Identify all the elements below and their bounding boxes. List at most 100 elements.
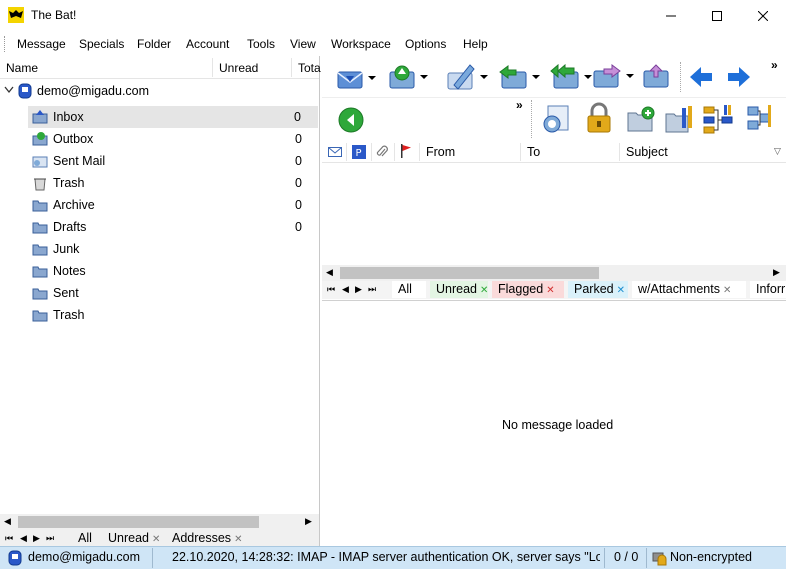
chevron-down-icon[interactable] [368,76,376,80]
filter-tab-unread[interactable]: Unread ✕ [430,281,488,298]
close-tab-icon[interactable]: ✕ [234,534,242,545]
menu-account[interactable]: Account [186,37,229,51]
menu-workspace[interactable]: Workspace [331,37,391,51]
address-book-button[interactable] [542,104,572,134]
back-button[interactable] [688,65,714,89]
folder-tab-addresses[interactable]: Addresses ✕ [172,530,242,547]
filters-button[interactable] [702,103,734,135]
chevron-down-icon[interactable] [626,74,634,78]
chevron-down-icon[interactable] [480,75,488,79]
close-button[interactable] [740,0,786,31]
close-tab-icon[interactable]: ✕ [480,285,488,296]
folder-unread-count: 0 [295,198,302,212]
column-from[interactable]: From [426,145,455,159]
status-log[interactable]: 22.10.2020, 14:28:32: IMAP - IMAP server… [172,550,600,564]
folder-item-outbox[interactable]: Outbox 0 [28,128,319,150]
chevron-down-icon[interactable] [584,75,592,79]
lock-button[interactable] [584,102,614,134]
nav-prev-icon[interactable]: ◀ [342,284,349,295]
filter-tab-wattachments[interactable]: w/Attachments ✕ [632,281,746,298]
go-back-button[interactable] [338,107,364,133]
folder-tree-scrollbar[interactable]: ◀ ▶ [0,514,319,530]
message-list[interactable] [322,163,786,265]
minimize-button[interactable] [648,0,694,31]
menu-grip[interactable] [4,36,7,52]
folder-tree-header: Name Unread Tota [0,56,321,79]
filter-tab-inforr[interactable]: Inforr [750,281,786,298]
workspace-button[interactable] [746,103,776,135]
close-tab-icon[interactable]: ✕ [152,534,160,545]
maximize-button[interactable] [694,0,740,31]
redirect-button[interactable] [642,63,670,89]
scroll-right-arrow[interactable]: ▶ [773,267,780,278]
toolbar-overflow-icon[interactable]: » [771,58,778,72]
message-list-scrollbar[interactable]: ◀ ▶ [322,265,786,281]
get-mail-button[interactable] [336,66,376,90]
column-to[interactable]: To [527,145,540,159]
folder-item-trash[interactable]: Trash 0 [28,172,319,194]
forward-button[interactable] [592,63,634,89]
new-message-button[interactable] [446,63,488,91]
filter-tab-flagged[interactable]: Flagged ✕ [492,281,564,298]
folder-tab-all[interactable]: All [78,530,92,547]
priority-column-icon[interactable]: P [352,145,366,159]
menu-tools[interactable]: Tools [247,37,275,51]
chevron-down-icon[interactable] [420,75,428,79]
flag-column-icon[interactable] [400,144,412,158]
column-name[interactable]: Name [6,61,38,75]
folder-properties-button[interactable] [664,104,694,134]
menu-message[interactable]: Message [17,37,66,51]
scroll-thumb[interactable] [18,516,259,528]
nav-first-icon[interactable]: ⏮ [327,284,335,295]
folder-item-inbox[interactable]: Inbox 0 [28,106,318,128]
nav-next-icon[interactable]: ▶ [33,533,40,544]
folder-tab-unread[interactable]: Unread ✕ [108,530,160,547]
filter-tab-all[interactable]: All [392,281,426,298]
toolbar2-overflow-icon[interactable]: » [516,98,523,112]
chevron-down-icon[interactable] [4,86,14,94]
reply-all-button[interactable] [550,64,592,90]
menu-options[interactable]: Options [405,37,446,51]
account-node[interactable]: demo@migadu.com [0,80,319,102]
nav-first-icon[interactable]: ⏮ [5,533,13,544]
folder-item-sent-mail[interactable]: Sent Mail 0 [28,150,319,172]
scroll-right-arrow[interactable]: ▶ [305,516,312,527]
folder-item-junk[interactable]: Junk [28,238,319,260]
send-mail-button[interactable] [388,64,428,90]
folder-item-drafts[interactable]: Drafts 0 [28,216,319,238]
window-title: The Bat! [31,8,77,22]
nav-prev-icon[interactable]: ◀ [20,533,27,544]
reply-button[interactable] [498,64,540,90]
folder-item-sent[interactable]: Sent [28,282,319,304]
folder-item-archive[interactable]: Archive 0 [28,194,319,216]
scroll-thumb[interactable] [340,267,599,279]
column-chooser-icon[interactable]: ▽ [774,146,781,157]
envelope-column-icon[interactable] [328,146,342,158]
column-subject[interactable]: Subject [626,145,668,159]
nav-last-icon[interactable]: ⏭ [368,284,376,295]
chevron-down-icon[interactable] [532,75,540,79]
nav-last-icon[interactable]: ⏭ [46,533,54,544]
filter-tab-parked[interactable]: Parked ✕ [568,281,628,298]
scroll-left-arrow[interactable]: ◀ [4,516,11,527]
forward-nav-button[interactable] [726,65,752,89]
close-tab-icon[interactable]: ✕ [546,285,554,296]
folder-item-notes[interactable]: Notes [28,260,319,282]
scroll-left-arrow[interactable]: ◀ [326,267,333,278]
tab-label: Unread [108,531,149,545]
message-preview-pane[interactable]: No message loaded [322,300,786,546]
column-total[interactable]: Tota [298,61,321,75]
attachment-column-icon[interactable] [376,145,388,159]
close-tab-icon[interactable]: ✕ [617,285,625,296]
menu-view[interactable]: View [290,37,316,51]
menu-help[interactable]: Help [463,37,488,51]
menu-specials[interactable]: Specials [79,37,124,51]
close-tab-icon[interactable]: ✕ [723,285,731,296]
nav-next-icon[interactable]: ▶ [355,284,362,295]
new-folder-button[interactable] [626,105,656,133]
column-unread[interactable]: Unread [219,61,258,75]
folder-item-trash[interactable]: Trash [28,304,319,326]
menu-folder[interactable]: Folder [137,37,171,51]
svg-text:P: P [356,148,362,159]
forward-icon [593,64,621,88]
